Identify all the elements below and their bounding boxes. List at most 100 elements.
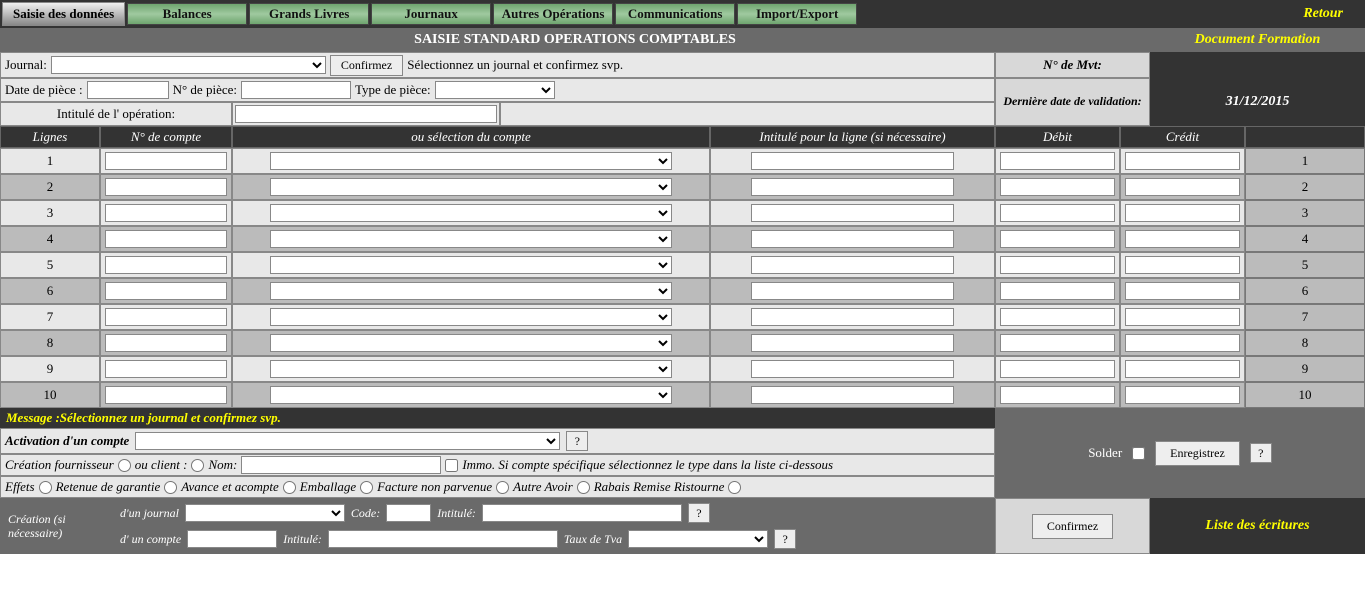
- creation-fournisseur-label: Création fournisseur: [5, 457, 114, 473]
- debit-input[interactable]: [1000, 204, 1115, 222]
- date-piece-label: Date de pièce :: [5, 82, 83, 98]
- compte-select[interactable]: [270, 334, 673, 352]
- derniere-validation-value: 31/12/2015: [1150, 78, 1365, 126]
- type-piece-select[interactable]: [435, 81, 555, 99]
- tab-balances[interactable]: Balances: [127, 3, 247, 25]
- ncompte-input[interactable]: [105, 334, 227, 352]
- tab-autres-operations[interactable]: Autres Opérations: [493, 3, 613, 25]
- credit-input[interactable]: [1125, 360, 1240, 378]
- radio-retenue[interactable]: [164, 481, 177, 494]
- immo-checkbox[interactable]: [445, 459, 458, 472]
- row-num-right: 1: [1245, 148, 1365, 174]
- ncompte-input[interactable]: [105, 204, 227, 222]
- code-input[interactable]: [386, 504, 431, 522]
- compte-select[interactable]: [270, 178, 673, 196]
- creation-journal-select[interactable]: [185, 504, 345, 522]
- intitule-ligne-input[interactable]: [751, 152, 953, 170]
- intitule-ligne-input[interactable]: [751, 230, 953, 248]
- radio-facture[interactable]: [496, 481, 509, 494]
- debit-input[interactable]: [1000, 178, 1115, 196]
- debit-input[interactable]: [1000, 282, 1115, 300]
- nom-input[interactable]: [241, 456, 441, 474]
- debit-input[interactable]: [1000, 230, 1115, 248]
- debit-input[interactable]: [1000, 386, 1115, 404]
- ncompte-input[interactable]: [105, 386, 227, 404]
- radio-client[interactable]: [191, 459, 204, 472]
- radio-emballage[interactable]: [360, 481, 373, 494]
- activation-select[interactable]: [135, 432, 560, 450]
- credit-input[interactable]: [1125, 386, 1240, 404]
- row-num-left: 5: [0, 252, 100, 278]
- bottom-confirm-button[interactable]: Confirmez: [1032, 514, 1113, 539]
- compte-select[interactable]: [270, 204, 673, 222]
- debit-input[interactable]: [1000, 334, 1115, 352]
- intitule-ligne-input[interactable]: [751, 360, 953, 378]
- debit-input[interactable]: [1000, 360, 1115, 378]
- radio-effets[interactable]: [39, 481, 52, 494]
- ncompte-input[interactable]: [105, 282, 227, 300]
- compte-select[interactable]: [270, 386, 673, 404]
- ncompte-input[interactable]: [105, 230, 227, 248]
- credit-input[interactable]: [1125, 256, 1240, 274]
- ncompte-input[interactable]: [105, 308, 227, 326]
- col-header-selection: ou sélection du compte: [232, 126, 710, 148]
- creation-compte-input[interactable]: [187, 530, 277, 548]
- enregistrer-button[interactable]: Enregistrez: [1155, 441, 1240, 466]
- creation-compte-help-button[interactable]: ?: [774, 529, 796, 549]
- ncompte-input[interactable]: [105, 360, 227, 378]
- radio-rabais[interactable]: [728, 481, 741, 494]
- tab-saisie-donnees[interactable]: Saisie des données: [2, 2, 125, 26]
- intitule-ligne-input[interactable]: [751, 334, 953, 352]
- compte-select[interactable]: [270, 230, 673, 248]
- credit-input[interactable]: [1125, 308, 1240, 326]
- ncompte-input[interactable]: [105, 256, 227, 274]
- debit-input[interactable]: [1000, 256, 1115, 274]
- journal-select[interactable]: [51, 56, 326, 74]
- tab-grands-livres[interactable]: Grands Livres: [249, 3, 369, 25]
- credit-input[interactable]: [1125, 152, 1240, 170]
- date-piece-input[interactable]: [87, 81, 169, 99]
- ncompte-input[interactable]: [105, 178, 227, 196]
- tab-import-export[interactable]: Import/Export: [737, 3, 857, 25]
- intitule-operation-input[interactable]: [235, 105, 497, 123]
- compte-select[interactable]: [270, 256, 673, 274]
- intitule-ligne-input[interactable]: [751, 256, 953, 274]
- intitule-ligne-input[interactable]: [751, 204, 953, 222]
- radio-autre[interactable]: [577, 481, 590, 494]
- debit-input[interactable]: [1000, 152, 1115, 170]
- intitule-ligne-input[interactable]: [751, 178, 953, 196]
- credit-input[interactable]: [1125, 282, 1240, 300]
- credit-input[interactable]: [1125, 178, 1240, 196]
- radio-avance[interactable]: [283, 481, 296, 494]
- page-title: SAISIE STANDARD OPERATIONS COMPTABLES: [0, 32, 1150, 48]
- solder-checkbox[interactable]: [1132, 447, 1145, 460]
- compte-select[interactable]: [270, 152, 673, 170]
- radio-fournisseur[interactable]: [118, 459, 131, 472]
- compte-select[interactable]: [270, 360, 673, 378]
- credit-input[interactable]: [1125, 334, 1240, 352]
- row-num-right: 7: [1245, 304, 1365, 330]
- compte-select[interactable]: [270, 282, 673, 300]
- creation-journal-help-button[interactable]: ?: [688, 503, 710, 523]
- retour-link[interactable]: Retour: [1303, 6, 1363, 22]
- intitule-ligne-input[interactable]: [751, 386, 953, 404]
- document-formation-link[interactable]: Document Formation: [1150, 32, 1365, 48]
- n-piece-label: N° de pièce:: [173, 82, 237, 98]
- taux-tva-select[interactable]: [628, 530, 768, 548]
- tab-journaux[interactable]: Journaux: [371, 3, 491, 25]
- intitule-compte-input[interactable]: [328, 530, 558, 548]
- debit-input[interactable]: [1000, 308, 1115, 326]
- ncompte-input[interactable]: [105, 152, 227, 170]
- compte-select[interactable]: [270, 308, 673, 326]
- journal-confirm-button[interactable]: Confirmez: [330, 55, 403, 76]
- tab-communications[interactable]: Communications: [615, 3, 735, 25]
- n-piece-input[interactable]: [241, 81, 351, 99]
- credit-input[interactable]: [1125, 204, 1240, 222]
- liste-ecritures-link[interactable]: Liste des écritures: [1150, 498, 1365, 554]
- intitule-ligne-input[interactable]: [751, 308, 953, 326]
- intitule-journal-input[interactable]: [482, 504, 682, 522]
- credit-input[interactable]: [1125, 230, 1240, 248]
- intitule-ligne-input[interactable]: [751, 282, 953, 300]
- activation-help-button[interactable]: ?: [566, 431, 588, 451]
- solder-help-button[interactable]: ?: [1250, 443, 1272, 463]
